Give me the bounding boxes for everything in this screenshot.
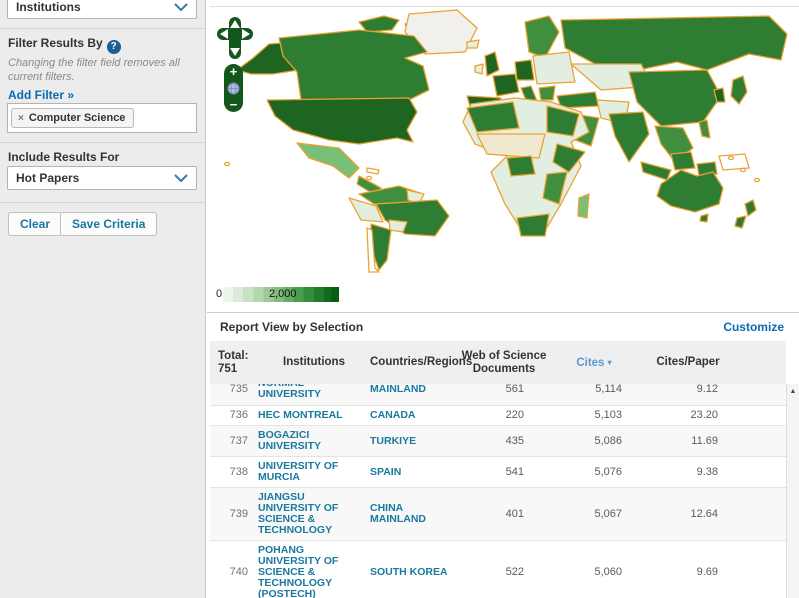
- rank-cell: 738: [210, 467, 258, 478]
- country-link[interactable]: CANADA: [370, 410, 458, 421]
- rank-cell: 740: [210, 567, 258, 578]
- legend-mid-label: 2,000: [269, 288, 297, 300]
- customize-link[interactable]: Customize: [723, 320, 784, 334]
- results-list-select-value: Institutions: [16, 0, 81, 14]
- country-link[interactable]: MAINLAND: [370, 384, 458, 395]
- zoom-out-button[interactable]: −: [230, 99, 238, 110]
- institution-link[interactable]: JIANGSU UNIVERSITY OF SCIENCE & TECHNOLO…: [258, 492, 370, 536]
- cites-cell: 5,086: [550, 436, 638, 447]
- filter-tag-label: Computer Science: [29, 112, 126, 124]
- cites-per-paper-cell: 12.64: [638, 509, 738, 520]
- cites-cell: 5,114: [550, 384, 638, 395]
- save-criteria-button[interactable]: Save Criteria: [60, 212, 157, 236]
- help-icon[interactable]: ?: [107, 40, 121, 54]
- table-row: 740 POHANG UNIVERSITY OF SCIENCE & TECHN…: [210, 541, 786, 598]
- rank-cell: 736: [210, 410, 258, 421]
- documents-cell: 401: [458, 509, 550, 520]
- results-list-select[interactable]: Institutions: [7, 0, 197, 19]
- filter-results-by-label: Filter Results By?: [8, 36, 121, 54]
- map-zoom-control[interactable]: + −: [224, 64, 243, 112]
- world-choropleth-map[interactable]: [209, 8, 794, 284]
- cites-per-paper-column-header[interactable]: Cites/Paper: [638, 356, 738, 369]
- include-results-select-value: Hot Papers: [16, 171, 79, 185]
- documents-cell: 220: [458, 410, 550, 421]
- globe-icon[interactable]: [227, 82, 240, 95]
- cites-cell: 5,060: [550, 567, 638, 578]
- chevron-down-icon: [174, 3, 188, 11]
- clear-button[interactable]: Clear: [8, 212, 62, 236]
- sort-descending-icon: ▾: [608, 358, 612, 367]
- country-link[interactable]: TURKIYE: [370, 436, 458, 447]
- institution-link[interactable]: NORMAL UNIVERSITY: [258, 384, 370, 400]
- cites-per-paper-cell: 9.38: [638, 467, 738, 478]
- documents-cell: 522: [458, 567, 550, 578]
- remove-filter-icon[interactable]: ×: [18, 113, 24, 124]
- chevron-down-icon: [174, 174, 188, 182]
- table-row: 738 UNIVERSITY OF MURCIA SPAIN 541 5,076…: [210, 457, 786, 488]
- world-map-regions[interactable]: [225, 10, 788, 272]
- institution-link[interactable]: HEC MONTREAL: [258, 410, 370, 421]
- add-filter-link[interactable]: Add Filter »: [8, 88, 74, 102]
- total-header: Total: 751: [210, 350, 258, 376]
- filter-note: Changing the filter field removes all cu…: [8, 56, 194, 84]
- map-pan-control[interactable]: [216, 16, 254, 60]
- rank-cell: 735: [210, 384, 258, 395]
- country-link[interactable]: CHINA MAINLAND: [370, 503, 458, 525]
- section-divider: [0, 142, 205, 143]
- report-view-bar: Report View by Selection Customize: [207, 312, 799, 341]
- institution-link[interactable]: POHANG UNIVERSITY OF SCIENCE & TECHNOLOG…: [258, 545, 370, 598]
- map-color-legend: 0 2,000: [213, 287, 339, 302]
- report-view-title: Report View by Selection: [220, 320, 363, 334]
- section-divider: [0, 28, 205, 29]
- cites-column-header-sorted[interactable]: Cites ▾: [550, 356, 638, 370]
- table-row: 737 BOGAZICI UNIVERSITY TURKIYE 435 5,08…: [210, 426, 786, 457]
- cites-per-paper-cell: 11.69: [638, 436, 738, 447]
- include-results-for-label: Include Results For: [8, 150, 119, 164]
- institution-link[interactable]: UNIVERSITY OF MURCIA: [258, 461, 370, 483]
- include-results-select[interactable]: Hot Papers: [7, 166, 197, 190]
- legend-min-label: 0: [216, 288, 222, 300]
- documents-column-header[interactable]: Web of Science Documents: [458, 350, 550, 376]
- table-rows-viewport: 735 NORMAL UNIVERSITY MAINLAND 561 5,114…: [210, 384, 786, 598]
- section-divider: [0, 202, 205, 203]
- cites-cell: 5,076: [550, 467, 638, 478]
- rank-cell: 737: [210, 436, 258, 447]
- documents-cell: 561: [458, 384, 550, 395]
- documents-cell: 541: [458, 467, 550, 478]
- cites-per-paper-cell: 9.12: [638, 384, 738, 395]
- active-filters-box: × Computer Science: [7, 103, 197, 133]
- table-row: 736 HEC MONTREAL CANADA 220 5,103 23.20: [210, 406, 786, 426]
- cites-cell: 5,103: [550, 410, 638, 421]
- table-row: 739 JIANGSU UNIVERSITY OF SCIENCE & TECH…: [210, 488, 786, 541]
- rank-cell: 739: [210, 509, 258, 520]
- zoom-in-button[interactable]: +: [230, 66, 238, 77]
- institutions-column-header[interactable]: Institutions: [258, 356, 370, 369]
- cites-per-paper-cell: 23.20: [638, 410, 738, 421]
- map-top-border: [210, 6, 799, 7]
- documents-cell: 435: [458, 436, 550, 447]
- filter-sidebar: Institutions Filter Results By? Changing…: [0, 0, 206, 598]
- cites-cell: 5,067: [550, 509, 638, 520]
- country-link[interactable]: SPAIN: [370, 467, 458, 478]
- filter-tag-computer-science[interactable]: × Computer Science: [11, 108, 134, 128]
- countries-column-header[interactable]: Countries/Regions: [370, 356, 458, 369]
- table-header-row: Total: 751 Institutions Countries/Region…: [210, 341, 786, 384]
- scroll-up-icon[interactable]: ▲: [787, 384, 799, 395]
- cites-per-paper-cell: 9.69: [638, 567, 738, 578]
- table-row: 735 NORMAL UNIVERSITY MAINLAND 561 5,114…: [210, 384, 786, 406]
- institution-link[interactable]: BOGAZICI UNIVERSITY: [258, 430, 370, 452]
- table-scrollbar[interactable]: ▲: [786, 384, 799, 598]
- main-panel: + − 0 2,000 Report View by Selection Cus…: [207, 0, 799, 598]
- country-link[interactable]: SOUTH KOREA: [370, 567, 458, 578]
